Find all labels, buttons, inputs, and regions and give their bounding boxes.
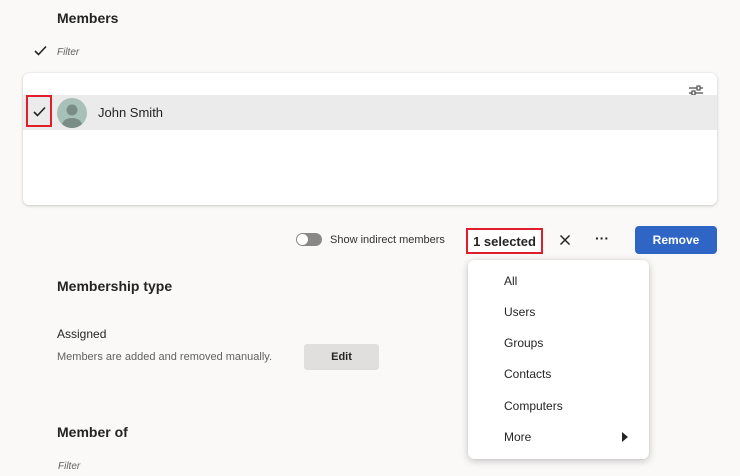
membership-type-value: Assigned <box>57 327 107 341</box>
close-icon[interactable] <box>557 232 573 248</box>
remove-button[interactable]: Remove <box>635 226 717 254</box>
member-of-title: Member of <box>57 424 128 440</box>
edit-button[interactable]: Edit <box>304 344 379 370</box>
table-row[interactable]: John Smith <box>23 95 717 130</box>
members-filter[interactable]: Filter <box>34 43 79 61</box>
menu-item-groups[interactable]: Groups <box>468 331 649 355</box>
filter-dropdown-menu: All Users Groups Contacts Computers More <box>468 260 649 459</box>
members-title: Members <box>57 10 119 26</box>
filter-input[interactable]: Filter <box>57 47 79 58</box>
avatar <box>57 98 87 128</box>
selected-count[interactable]: 1 selected <box>466 228 543 254</box>
member-name[interactable]: John Smith <box>98 105 163 120</box>
more-options-button[interactable]: ··· <box>592 231 612 248</box>
toggle-switch[interactable] <box>296 233 322 246</box>
menu-item-more[interactable]: More <box>468 425 649 449</box>
checkmark-icon <box>32 106 46 117</box>
menu-item-all[interactable]: All <box>468 269 649 293</box>
menu-item-users[interactable]: Users <box>468 300 649 324</box>
membership-type-title: Membership type <box>57 278 173 294</box>
members-list: John Smith <box>23 73 717 205</box>
menu-item-contacts[interactable]: Contacts <box>468 362 649 386</box>
membership-type-description: Members are added and removed manually. <box>57 351 273 363</box>
chevron-right-icon <box>622 432 628 442</box>
menu-item-computers[interactable]: Computers <box>468 394 649 418</box>
checkmark-icon[interactable] <box>34 43 47 61</box>
row-checkbox[interactable] <box>26 95 52 127</box>
show-indirect-label: Show indirect members <box>330 233 445 246</box>
member-of-filter-input[interactable]: Filter <box>58 461 80 472</box>
show-indirect-toggle[interactable]: Show indirect members <box>296 233 445 246</box>
